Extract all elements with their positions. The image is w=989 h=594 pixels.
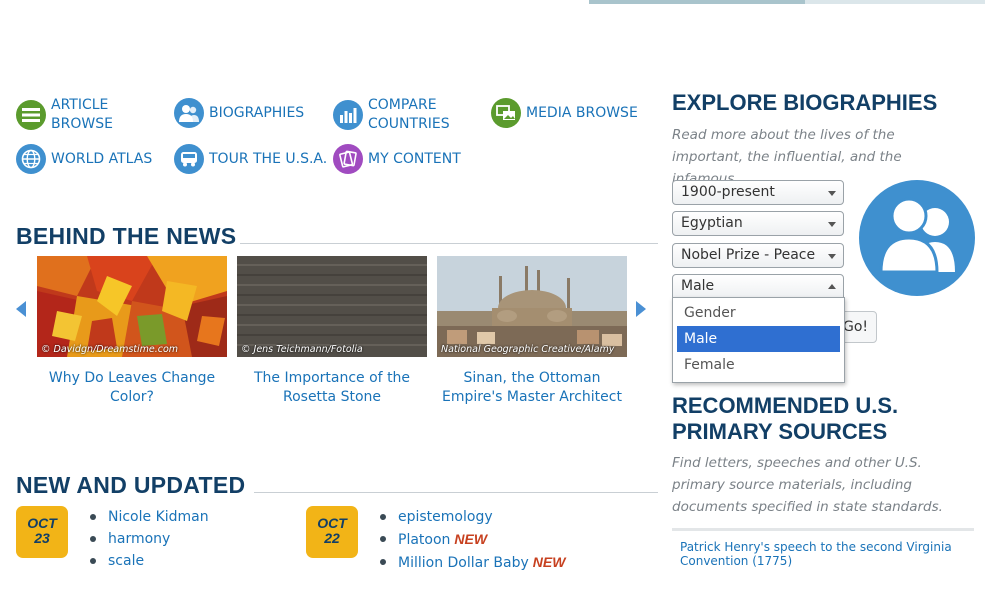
date-badge-day: 22 <box>324 530 340 546</box>
list-item[interactable]: scale <box>90 550 209 572</box>
explore-biographies-heading: EXPLORE BIOGRAPHIES <box>672 90 938 115</box>
news-image-rosetta[interactable]: © Jens Teichmann/Fotolia <box>237 256 427 357</box>
list-item[interactable]: Platoon NEW <box>380 528 565 551</box>
updates-list-oct-23: Nicole Kidman harmony scale <box>90 506 209 572</box>
new-badge: NEW <box>454 531 488 547</box>
gender-option-male[interactable]: Male <box>677 326 840 352</box>
nav-world-atlas[interactable]: WORLD ATLAS <box>16 144 152 174</box>
news-image-credit: National Geographic Creative/Alamy <box>441 344 615 355</box>
people-icon <box>174 98 204 128</box>
chevron-up-icon <box>828 284 836 289</box>
nav-world-atlas-label: WORLD ATLAS <box>51 150 153 167</box>
biographies-people-icon <box>859 180 975 296</box>
news-title-leaves[interactable]: Why Do Leaves Change Color? <box>37 369 227 407</box>
period-select-value: 1900-present <box>681 184 775 200</box>
gender-select-value: Male <box>681 278 715 294</box>
news-card-leaves[interactable]: © Davidgn/Dreamstime.com Why Do Leaves C… <box>37 256 227 407</box>
nav-tour-usa-label: TOUR THE U.S.A. <box>209 150 328 167</box>
date-badge-month: OCT <box>317 515 347 531</box>
nav-media-browse-label: MEDIA BROWSE <box>526 104 638 121</box>
list-item[interactable]: epistemology <box>380 506 565 528</box>
chevron-down-icon <box>828 191 836 196</box>
news-card-sinan[interactable]: National Geographic Creative/Alamy Sinan… <box>437 256 627 407</box>
chevron-left-icon <box>16 301 26 317</box>
new-updated-rule <box>254 492 658 493</box>
behind-news-heading: BEHIND THE NEWS <box>16 223 237 249</box>
news-card-rosetta[interactable]: © Jens Teichmann/Fotolia The Importance … <box>237 256 427 407</box>
primary-source-link[interactable]: Patrick Henry's speech to the second Vir… <box>680 540 970 568</box>
chevron-down-icon <box>828 254 836 259</box>
date-badge-oct-22: OCT 22 <box>306 506 358 558</box>
carousel-prev-arrow[interactable] <box>16 301 26 321</box>
list-item[interactable]: Million Dollar Baby NEW <box>380 551 565 574</box>
nav-article-browse[interactable]: ARTICLE BROWSE <box>16 96 113 134</box>
news-image-credit: © Jens Teichmann/Fotolia <box>241 344 363 355</box>
award-select[interactable]: Nobel Prize - Peace <box>672 243 844 268</box>
nav-my-content[interactable]: MY CONTENT <box>333 144 461 174</box>
nav-article-browse-label: ARTICLE BROWSE <box>51 97 113 132</box>
images-icon <box>491 98 521 128</box>
list-item[interactable]: harmony <box>90 528 209 550</box>
primary-sources-divider <box>672 528 974 531</box>
gender-option-female[interactable]: Female <box>677 352 840 378</box>
gender-select[interactable]: Male <box>672 274 844 299</box>
award-select-value: Nobel Prize - Peace <box>681 247 816 263</box>
globe-icon <box>16 144 46 174</box>
nav-tour-usa[interactable]: TOUR THE U.S.A. <box>174 144 327 174</box>
updates-list-oct-22: epistemology Platoon NEW Million Dollar B… <box>380 506 565 574</box>
news-title-rosetta[interactable]: The Importance of the Rosetta Stone <box>237 369 427 407</box>
nav-biographies-label: BIOGRAPHIES <box>209 104 305 121</box>
nav-compare-countries[interactable]: COMPARE COUNTRIES <box>333 96 450 134</box>
chevron-right-icon <box>636 301 646 317</box>
nav-compare-countries-label: COMPARE COUNTRIES <box>368 97 450 132</box>
period-select[interactable]: 1900-present <box>672 180 844 205</box>
gender-dropdown: Gender Male Female <box>672 297 845 383</box>
date-badge-oct-23: OCT 23 <box>16 506 68 558</box>
date-badge-month: OCT <box>27 515 57 531</box>
news-image-credit: © Davidgn/Dreamstime.com <box>41 344 179 355</box>
bar-chart-icon <box>333 100 363 130</box>
new-updated-heading: NEW AND UPDATED <box>16 472 246 498</box>
top-bar-left <box>589 0 805 4</box>
behind-news-rule <box>240 243 658 244</box>
primary-sources-description: Find letters, speeches and other U.S. pr… <box>672 455 943 515</box>
news-image-leaves[interactable]: © Davidgn/Dreamstime.com <box>37 256 227 357</box>
bus-icon <box>174 144 204 174</box>
news-image-sinan[interactable]: National Geographic Creative/Alamy <box>437 256 627 357</box>
news-title-sinan[interactable]: Sinan, the Ottoman Empire's Master Archi… <box>437 369 627 407</box>
nav-my-content-label: MY CONTENT <box>368 150 461 167</box>
gender-option-placeholder[interactable]: Gender <box>677 300 840 326</box>
chevron-down-icon <box>828 222 836 227</box>
list-item[interactable]: Nicole Kidman <box>90 506 209 528</box>
top-bar-right <box>805 0 985 4</box>
cards-icon <box>333 144 363 174</box>
carousel-next-arrow[interactable] <box>636 301 646 321</box>
new-badge: NEW <box>532 554 566 570</box>
primary-sources-heading: RECOMMENDED U.S. PRIMARY SOURCES <box>672 393 899 444</box>
list-icon <box>16 100 46 130</box>
nationality-select-value: Egyptian <box>681 215 743 231</box>
nationality-select[interactable]: Egyptian <box>672 211 844 236</box>
nav-biographies[interactable]: BIOGRAPHIES <box>174 98 304 128</box>
date-badge-day: 23 <box>34 530 50 546</box>
nav-media-browse[interactable]: MEDIA BROWSE <box>491 98 638 128</box>
